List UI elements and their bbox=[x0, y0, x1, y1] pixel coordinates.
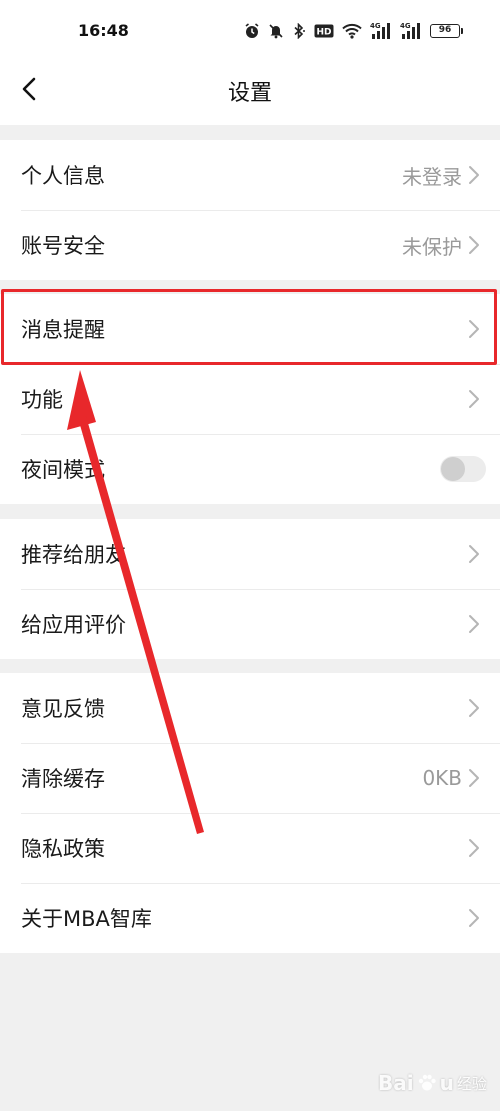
toggle-knob bbox=[441, 457, 465, 481]
battery-icon: 96 bbox=[430, 24, 463, 38]
status-time: 16:48 bbox=[78, 21, 129, 40]
nav-bar: 设置 bbox=[0, 60, 500, 125]
settings-screen: 16:48 HD 4G 4G 96 设置 个人信息 未登录 账号安全 未保护 消… bbox=[0, 0, 500, 1111]
watermark-brand-end: u bbox=[439, 1071, 454, 1095]
chevron-right-icon bbox=[469, 615, 479, 633]
cache-size: 0KB bbox=[422, 766, 462, 790]
settings-row-privacy[interactable]: 隐私政策 bbox=[0, 813, 500, 883]
night-mode-toggle[interactable] bbox=[440, 456, 486, 482]
svg-text:4G: 4G bbox=[400, 22, 411, 30]
row-label: 隐私政策 bbox=[21, 837, 105, 861]
paw-icon bbox=[418, 1074, 436, 1091]
settings-row-clear-cache[interactable]: 清除缓存 0KB bbox=[0, 743, 500, 813]
settings-row-recommend[interactable]: 推荐给朋友 bbox=[0, 519, 500, 589]
settings-row-notifications[interactable]: 消息提醒 bbox=[0, 294, 500, 364]
signal-4g-icon: 4G bbox=[400, 22, 420, 39]
chevron-right-icon bbox=[469, 545, 479, 563]
chevron-right-icon bbox=[469, 909, 479, 927]
chevron-right-icon bbox=[469, 390, 479, 408]
settings-row-rate-app[interactable]: 给应用评价 bbox=[0, 589, 500, 659]
alarm-icon bbox=[245, 23, 259, 38]
settings-row-night-mode: 夜间模式 bbox=[0, 434, 500, 504]
settings-group-general: 消息提醒 功能 夜间模式 bbox=[0, 294, 500, 504]
chevron-right-icon bbox=[469, 166, 479, 184]
row-label: 推荐给朋友 bbox=[21, 543, 126, 567]
row-label: 账号安全 bbox=[21, 234, 105, 258]
status-bar: 16:48 HD 4G 4G 96 bbox=[0, 0, 500, 60]
watermark-sub: 经验 bbox=[456, 1074, 487, 1093]
baidu-watermark: Bai u 经验 bbox=[378, 1064, 488, 1102]
svg-text:4G: 4G bbox=[370, 22, 381, 30]
bluetooth-icon bbox=[294, 23, 305, 39]
signal-4g-icon: 4G bbox=[370, 22, 390, 39]
chevron-right-icon bbox=[469, 699, 479, 717]
battery-level: 96 bbox=[438, 25, 452, 35]
mute-icon bbox=[269, 24, 283, 39]
row-label: 消息提醒 bbox=[21, 318, 105, 342]
settings-row-features[interactable]: 功能 bbox=[0, 364, 500, 434]
row-label: 意见反馈 bbox=[21, 697, 105, 721]
row-label: 关于MBA智库 bbox=[21, 907, 152, 931]
row-label: 清除缓存 bbox=[21, 767, 105, 791]
settings-row-personal-info[interactable]: 个人信息 未登录 bbox=[0, 140, 500, 210]
row-value: 未登录 bbox=[402, 164, 462, 189]
row-label: 个人信息 bbox=[21, 164, 105, 188]
settings-group-share: 推荐给朋友 给应用评价 bbox=[0, 519, 500, 659]
chevron-right-icon bbox=[469, 839, 479, 857]
settings-group-account: 个人信息 未登录 账号安全 未保护 bbox=[0, 140, 500, 280]
chevron-right-icon bbox=[469, 320, 479, 338]
settings-row-account-security[interactable]: 账号安全 未保护 bbox=[0, 210, 500, 280]
settings-row-about[interactable]: 关于MBA智库 bbox=[0, 883, 500, 953]
hd-icon: HD bbox=[314, 24, 334, 38]
settings-row-feedback[interactable]: 意见反馈 bbox=[0, 673, 500, 743]
watermark-brand: Bai bbox=[378, 1071, 414, 1095]
settings-group-about: 意见反馈 清除缓存 0KB 隐私政策 关于MBA智库 bbox=[0, 673, 500, 953]
page-title: 设置 bbox=[227, 81, 272, 106]
chevron-right-icon bbox=[469, 236, 479, 254]
row-label: 功能 bbox=[21, 388, 63, 412]
row-value: 未保护 bbox=[402, 234, 462, 259]
status-icons: HD 4G 4G 96 bbox=[244, 20, 463, 42]
chevron-right-icon bbox=[469, 769, 479, 787]
svg-text:HD: HD bbox=[316, 28, 331, 38]
row-label: 给应用评价 bbox=[21, 613, 126, 637]
wifi-icon bbox=[342, 23, 362, 39]
row-label: 夜间模式 bbox=[21, 458, 105, 482]
